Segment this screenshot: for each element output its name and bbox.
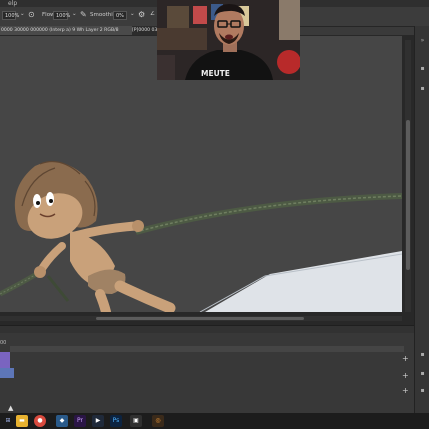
timeline-video-clip[interactable] (0, 352, 10, 368)
panel-icon-5[interactable]: ▪ (419, 388, 426, 394)
panel-collapse-icon[interactable]: » (419, 38, 426, 44)
timeline-zoom-icon[interactable]: ▲ (8, 404, 13, 412)
add-audio-icon[interactable]: + (402, 371, 409, 380)
steam-icon[interactable]: ◆ (56, 415, 68, 427)
vertical-scrollbar[interactable] (405, 40, 411, 312)
timeline-audio-clip[interactable] (0, 368, 14, 378)
horizontal-scrollbar[interactable] (0, 316, 402, 321)
chrome-icon[interactable]: ● (34, 415, 46, 427)
panel-icon-2[interactable]: ▪ (419, 86, 426, 92)
vertical-scroll-thumb[interactable] (406, 120, 410, 270)
webcam-feed-image: MEUTE (157, 0, 300, 80)
angle-field[interactable]: ∠ (150, 11, 155, 17)
sky-shape (205, 251, 402, 312)
character-leg-left (95, 289, 111, 312)
smoothing-chevron-icon[interactable]: ⌄ (130, 11, 135, 17)
taskbar: ⊞ ▬ ● ◆ Pr ▶ Ps ▣ ◎ (0, 413, 429, 429)
right-panel-dock: » ▪ ▪ ▪ ▪ ▪ (414, 26, 429, 416)
add-layer-icon[interactable]: + (402, 386, 409, 395)
panel-icon-1[interactable]: ▪ (419, 66, 426, 72)
character-leg-right (114, 280, 176, 312)
panel-icon-3[interactable]: ▪ (419, 352, 426, 358)
timeline-header (0, 326, 414, 333)
timeline-ruler[interactable] (10, 346, 404, 352)
timeline-frame-label: 00 (0, 340, 7, 346)
smoothing-options-gear-icon[interactable]: ⚙ (138, 10, 145, 19)
premiere-icon[interactable]: Pr (74, 415, 86, 427)
horizontal-scroll-thumb[interactable] (96, 317, 304, 320)
document-tab-2[interactable]: [P]0000 03. (132, 26, 158, 35)
menu-item-help[interactable]: elp (8, 0, 17, 7)
webcam-overlay: MEUTE (157, 0, 300, 80)
character-right-arm (70, 221, 141, 241)
timeline-panel: 00 + + + ▲ (0, 325, 414, 414)
smoothing-field[interactable]: 0% (113, 11, 127, 20)
pressure-opacity-icon[interactable]: ⊙ (28, 10, 35, 19)
add-track-icon[interactable]: + (402, 354, 409, 363)
file-explorer-icon[interactable]: ▬ (16, 415, 28, 427)
panel-icon-4[interactable]: ▪ (419, 371, 426, 377)
media-icon[interactable]: ▶ (92, 415, 104, 427)
opacity-field[interactable]: 100% (2, 11, 19, 20)
blender-icon[interactable]: ◎ (152, 415, 164, 427)
flow-chevron-icon[interactable]: ⌄ (72, 11, 77, 17)
rope-right (135, 193, 402, 235)
opacity-chevron-icon[interactable]: ⌄ (20, 11, 25, 17)
shirt-text: MEUTE (201, 69, 230, 78)
rope-left (0, 269, 42, 297)
terminal-icon[interactable]: ▣ (130, 415, 142, 427)
flow-field[interactable]: 100% (53, 11, 70, 20)
airbrush-icon[interactable]: ✎ (80, 10, 87, 19)
document-tab[interactable]: 0000 30000 000000 (Interp a) 9 Wh Layer … (0, 26, 152, 35)
photoshop-icon[interactable]: Ps (110, 415, 122, 427)
windows-start-icon[interactable]: ⊞ (2, 415, 14, 427)
